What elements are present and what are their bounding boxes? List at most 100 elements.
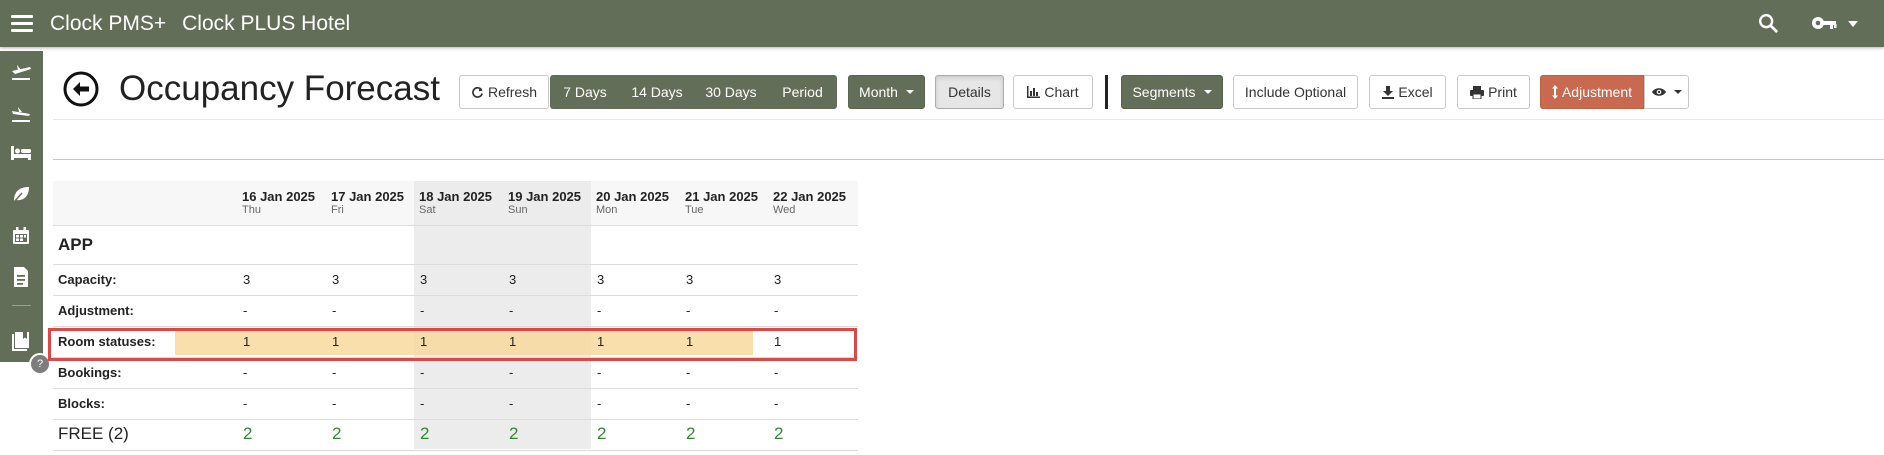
column-weekday: Wed [773,204,796,216]
column-date: 20 Jan 2025 [596,189,670,204]
month-label: Month [859,84,898,100]
details-label: Details [948,84,991,100]
download-icon [1382,85,1395,99]
book-icon[interactable] [8,328,34,354]
free-cell: 2 [332,424,342,443]
excel-label: Excel [1398,84,1433,100]
table-row: Bookings: - - - - - - - [53,357,858,389]
table-cell: 3 [774,272,782,287]
range-14-days-button[interactable]: 14 Days [620,75,694,109]
free-cell: 2 [597,424,607,443]
leaf-icon[interactable] [8,181,34,207]
table-cell: 3 [243,272,251,287]
print-icon [1470,85,1485,99]
refresh-button[interactable]: Refresh [459,75,549,109]
group-label: APP [58,235,93,254]
column-date: 18 Jan 2025 [419,189,493,204]
table-cell: - [509,365,514,380]
free-row: FREE (2) 2 2 2 2 2 2 2 [53,419,858,451]
departures-icon[interactable] [8,100,34,126]
segments-dropdown-button[interactable]: Segments [1121,75,1223,109]
column-header: 22 Jan 2025 Wed [773,189,861,216]
hotel-name[interactable]: Clock PLUS Hotel [182,12,350,36]
brand-title: Clock PMS+ [50,11,167,35]
free-cell: 2 [686,424,696,443]
table-cell: - [420,303,425,318]
bar-chart-icon [1027,86,1041,98]
caret-down-icon [1673,90,1682,94]
back-arrow-icon[interactable] [63,71,99,107]
excel-button[interactable]: Excel [1369,75,1446,109]
column-date: 19 Jan 2025 [508,189,582,204]
adjustment-button[interactable]: Adjustment [1540,75,1644,109]
caret-down-icon [1203,90,1212,94]
table-cell: - [774,396,779,411]
table-cell: - [597,365,602,380]
row-label: Bookings: [58,365,122,380]
month-dropdown-button[interactable]: Month [848,75,925,109]
toolbar-divider [1105,75,1108,109]
document-icon[interactable] [8,264,34,290]
details-button[interactable]: Details [935,75,1004,109]
sidebar-divider [12,305,31,306]
range-button-group: 7 Days 14 Days 30 Days Period [550,75,837,109]
include-optional-label: Include Optional [1244,84,1347,100]
table-cell: 3 [420,272,428,287]
table-cell: - [597,396,602,411]
chart-button[interactable]: Chart [1013,75,1093,109]
caret-down-icon [905,90,914,94]
user-menu-caret-icon[interactable] [1848,21,1858,27]
column-header: 20 Jan 2025 Mon [596,189,684,216]
include-optional-button[interactable]: Include Optional [1233,75,1358,109]
row-label: Adjustment: [58,303,134,318]
table-cell: - [243,396,248,411]
arrivals-icon[interactable] [8,58,34,84]
visibility-dropdown-button[interactable] [1644,75,1689,109]
table-cell: 3 [597,272,605,287]
column-header: 19 Jan 2025 Sun [508,189,596,216]
table-cell: 3 [332,272,340,287]
row-label: Capacity: [58,272,117,287]
top-bar: Clock PMS+ Clock PLUS Hotel [0,0,1884,47]
calendar-icon[interactable] [8,223,34,249]
table-row: Adjustment: - - - - - - - [53,295,858,327]
column-header: 21 Jan 2025 Tue [685,189,773,216]
search-icon[interactable] [1757,12,1779,34]
table-cell: - [332,303,337,318]
free-label: FREE (2) [58,424,129,443]
refresh-icon [472,86,483,98]
eye-icon [1651,88,1666,96]
bed-icon[interactable] [8,140,34,166]
segments-label: Segments [1132,84,1196,100]
table-cell: 3 [686,272,694,287]
table-cell: - [332,365,337,380]
section-divider-line [53,159,1884,160]
table-cell: - [686,365,691,380]
range-period-button[interactable]: Period [768,75,837,109]
free-cell: 2 [509,424,519,443]
table-cell: - [243,303,248,318]
column-weekday: Mon [596,204,618,216]
column-date: 22 Jan 2025 [773,189,847,204]
print-button[interactable]: Print [1457,75,1530,109]
page-title: Occupancy Forecast [119,69,440,108]
range-7-days-button[interactable]: 7 Days [550,75,620,109]
column-header: 17 Jan 2025 Fri [331,189,419,216]
free-cell: 2 [420,424,430,443]
row-label: Blocks: [58,396,105,411]
column-weekday: Tue [685,204,704,216]
column-weekday: Sun [508,204,528,216]
menu-icon[interactable] [11,15,33,32]
column-weekday: Sat [419,204,436,216]
table-cell: - [243,365,248,380]
range-30-days-button[interactable]: 30 Days [694,75,768,109]
table-cell: - [597,303,602,318]
table-row: Blocks: - - - - - - - [53,388,858,420]
table-row: Capacity: 3 3 3 3 3 3 3 [53,264,858,296]
table-cell: - [774,303,779,318]
table-cell: - [509,396,514,411]
column-header: 16 Jan 2025 Thu [242,189,330,216]
table-cell: - [774,365,779,380]
table-cell: - [686,396,691,411]
key-icon[interactable] [1811,13,1837,33]
